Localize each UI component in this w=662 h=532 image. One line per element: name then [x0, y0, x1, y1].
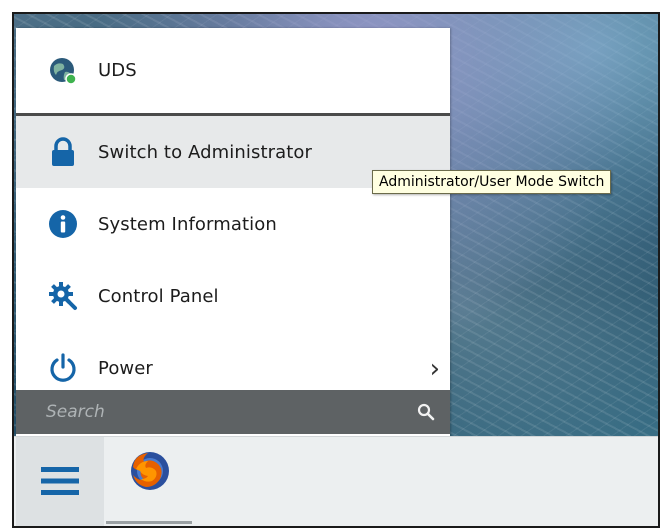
info-icon — [46, 207, 80, 241]
start-menu: UDS Switch to Administrator System Infor… — [16, 28, 450, 438]
firefox-icon — [128, 449, 172, 497]
menu-item-label: Switch to Administrator — [98, 141, 313, 163]
running-indicator — [106, 521, 192, 524]
menu-item-label: Control Panel — [98, 285, 219, 307]
taskbar-app-firefox[interactable] — [120, 443, 180, 503]
hamburger-menu-icon — [40, 464, 80, 502]
menu-item-uds[interactable]: UDS — [16, 28, 450, 116]
menu-item-label: System Information — [98, 213, 277, 235]
globe-user-icon — [46, 54, 80, 88]
menu-item-label: UDS — [98, 60, 137, 81]
menu-item-system-information[interactable]: System Information — [16, 188, 450, 260]
search-icon[interactable] — [414, 400, 438, 424]
chevron-right-icon: › — [429, 354, 440, 384]
search-bar — [16, 390, 450, 434]
power-icon — [46, 351, 80, 385]
menu-item-control-panel[interactable]: Control Panel — [16, 260, 450, 332]
menu-item-label: Power — [98, 357, 153, 379]
start-menu-button[interactable] — [16, 437, 104, 526]
tooltip: Administrator/User Mode Switch — [372, 170, 612, 194]
desktop-frame: UDS Switch to Administrator System Infor… — [12, 12, 660, 528]
gear-wrench-icon — [46, 279, 80, 313]
taskbar — [14, 436, 658, 526]
lock-icon — [46, 135, 80, 169]
search-input[interactable] — [16, 391, 414, 433]
